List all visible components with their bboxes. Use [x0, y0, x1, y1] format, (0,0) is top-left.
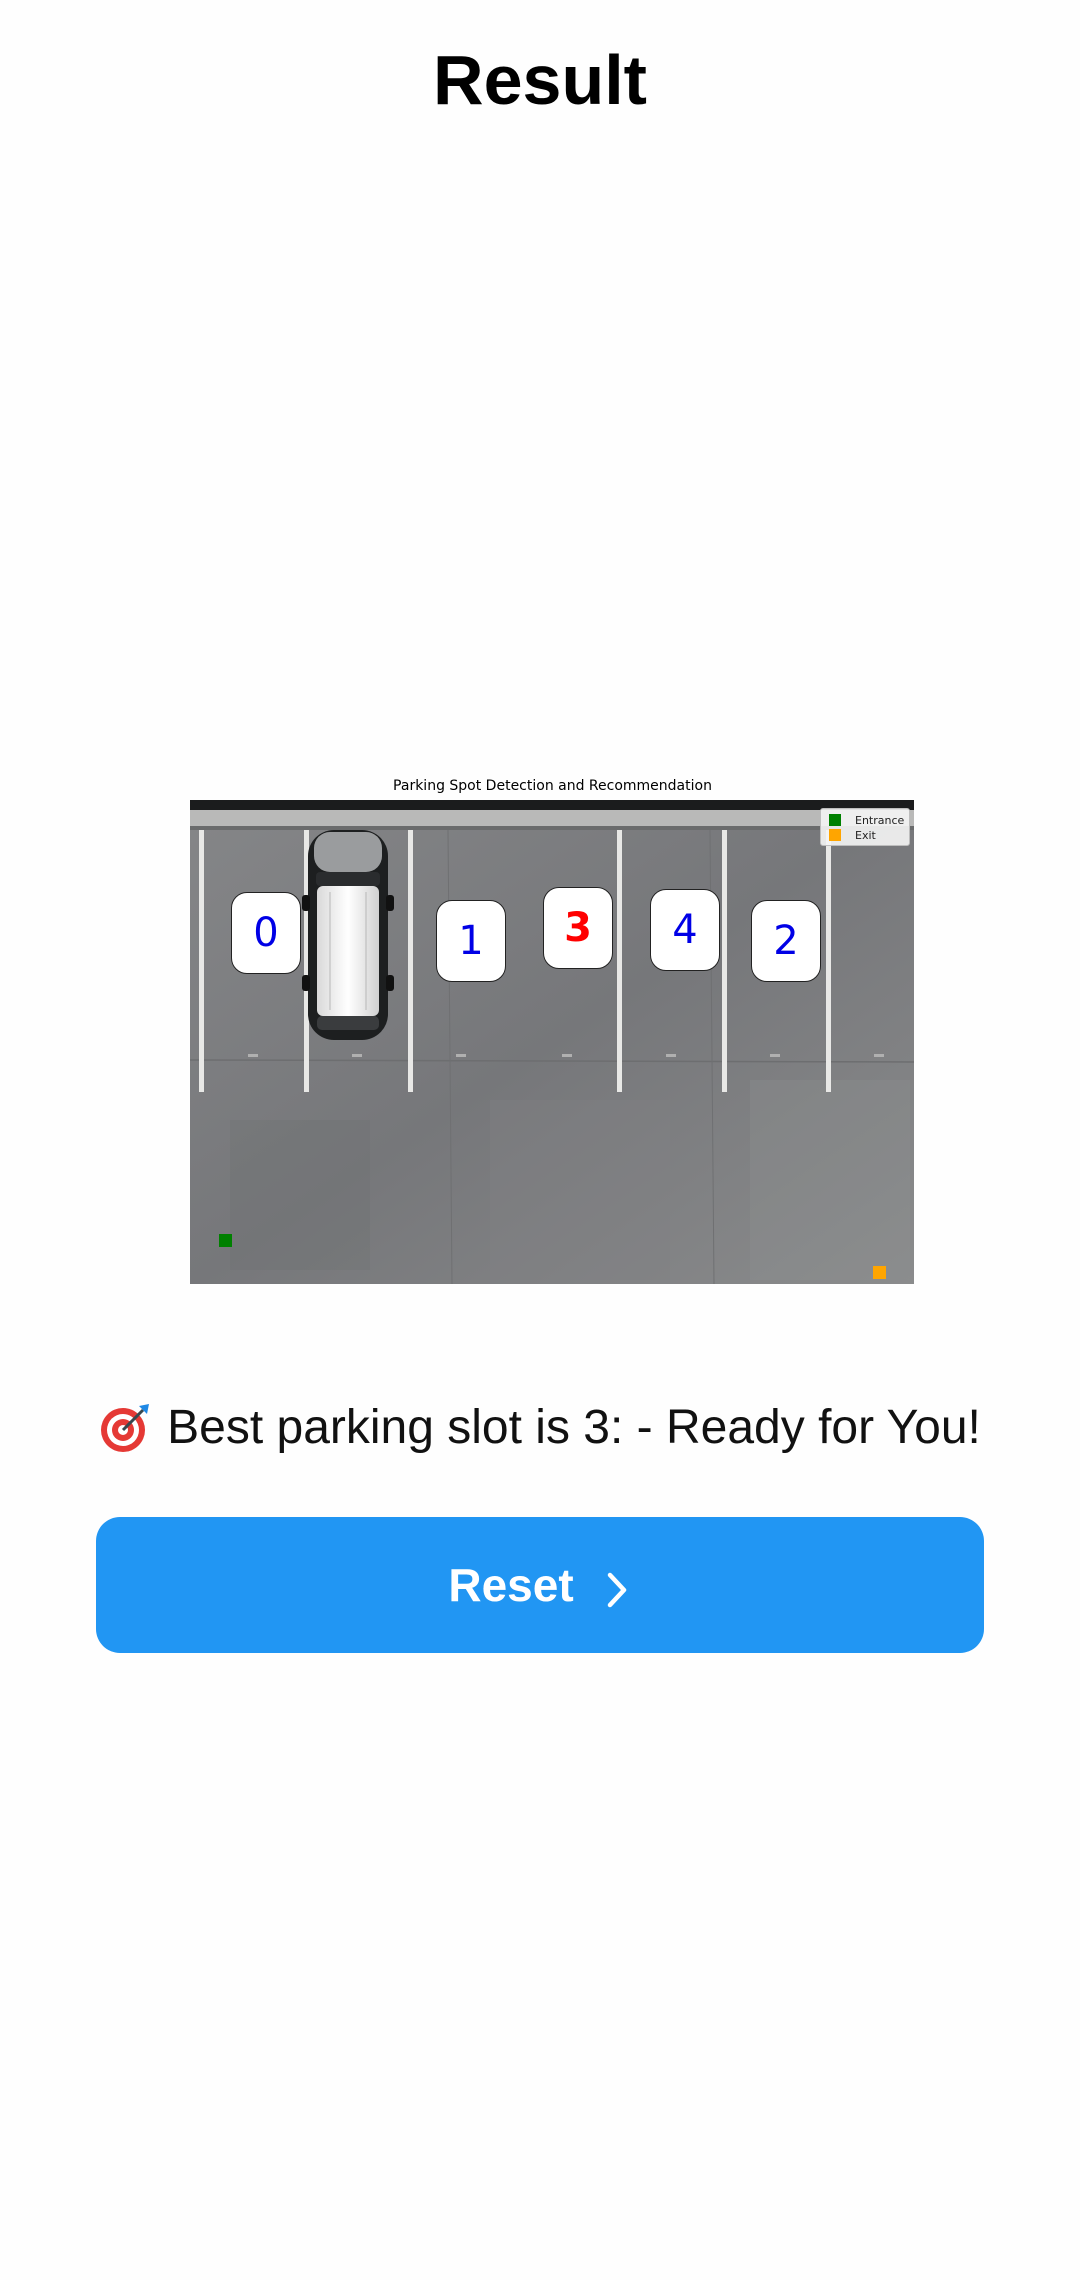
slot-label-0: 0: [231, 892, 301, 974]
slot-label-best: 3: [543, 887, 613, 969]
parked-car: [302, 830, 394, 1040]
legend-item-exit: Exit: [829, 828, 876, 842]
parking-lot-image: Entrance Exit 0 1 3 4 2: [190, 800, 914, 1284]
exit-marker: [873, 1266, 886, 1279]
entrance-swatch: [829, 814, 841, 826]
reset-button[interactable]: Reset: [96, 1517, 984, 1653]
page-title: Result: [433, 41, 647, 119]
entrance-marker: [219, 1234, 232, 1247]
result-screen: Result Parking Spot Detection and Recomm…: [0, 0, 1080, 2280]
chevron-right-icon: [602, 1566, 632, 1608]
result-text: Best parking slot is 3: - Ready for You!: [167, 1401, 981, 1454]
parking-lot-photo: [190, 800, 914, 1284]
result-message: Best parking slot is 3: - Ready for You!: [0, 1400, 1080, 1455]
slot-label-1: 1: [436, 900, 506, 982]
legend-item-entrance: Entrance: [829, 813, 904, 827]
parking-figure: Parking Spot Detection and Recommendatio…: [0, 770, 1080, 1290]
slot-label-4: 4: [650, 889, 720, 971]
legend-label-entrance: Entrance: [855, 813, 905, 827]
exit-swatch: [829, 829, 841, 841]
legend-label-exit: Exit: [855, 828, 876, 842]
target-icon: [99, 1402, 151, 1454]
legend: Entrance Exit: [820, 808, 910, 846]
reset-label: Reset: [448, 1559, 574, 1611]
slot-label-2: 2: [751, 900, 821, 982]
figure-title: Parking Spot Detection and Recommendatio…: [393, 778, 712, 794]
